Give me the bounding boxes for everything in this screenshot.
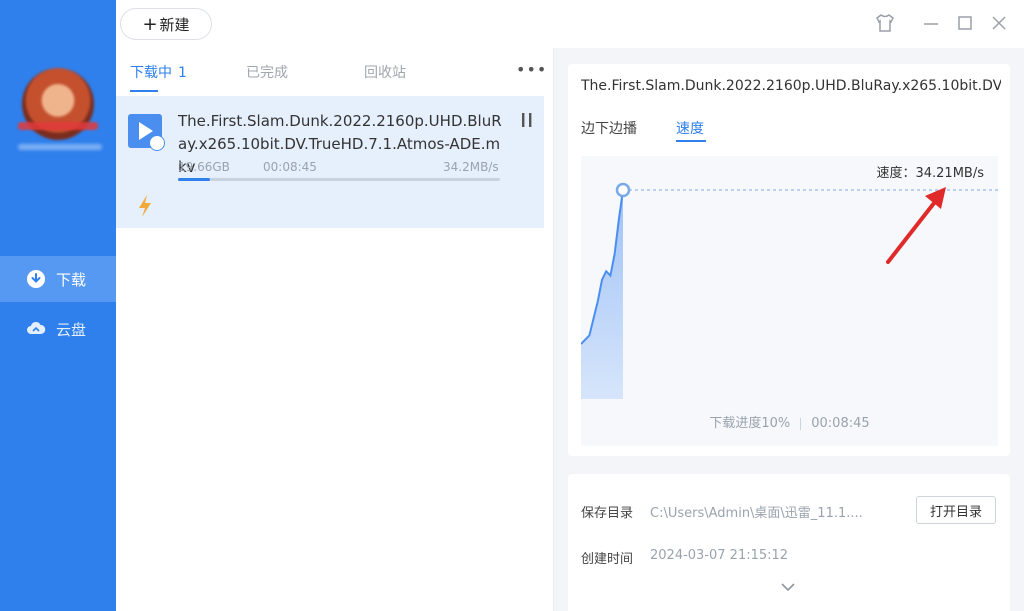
time-text: 00:08:45 xyxy=(811,416,870,431)
sidebar-item-download[interactable]: 下载 xyxy=(0,256,116,302)
task-detail-panel: The.First.Slam.Dunk.2022.2160p.UHD.BluRa… xyxy=(568,64,1010,456)
cloud-download-icon xyxy=(149,135,165,151)
tab-underline xyxy=(130,90,158,92)
video-file-icon xyxy=(128,114,165,151)
sidebar-item-label: 云盘 xyxy=(56,320,87,339)
speed-chart: 速度：34.21MB/s 下载进度10% 00:08:45 xyxy=(581,156,998,446)
task-size: 19.66GB xyxy=(178,160,230,174)
new-task-button[interactable]: + 新建 xyxy=(120,8,212,40)
new-task-label: 新建 xyxy=(159,15,190,34)
speed-area xyxy=(581,190,623,399)
download-circle-icon xyxy=(27,270,45,288)
created-time-value: 2024-03-07 21:15:12 xyxy=(650,548,789,563)
plus-icon: + xyxy=(142,13,158,35)
task-progress-fill xyxy=(178,178,211,181)
created-time-label: 创建时间 xyxy=(581,552,634,567)
task-time-left: 00:08:45 xyxy=(263,160,317,174)
current-speed-point xyxy=(615,182,631,198)
save-dir-value: C:\Users\Admin\桌面\迅雷_11.1.... xyxy=(650,506,863,521)
tab-completed[interactable]: 已完成 xyxy=(246,62,288,82)
progress-text: 下载进度10% xyxy=(709,416,791,431)
speed-chart-svg xyxy=(581,182,998,399)
task-info-panel: 保存目录 C:\Users\Admin\桌面\迅雷_11.1.... 打开目录 … xyxy=(568,474,1010,611)
sidebar-item-cloud[interactable]: 云盘 xyxy=(0,306,116,352)
task-progress-bar xyxy=(178,178,500,181)
tab-label: 已完成 xyxy=(246,65,288,81)
tab-speed[interactable]: 速度 xyxy=(676,118,704,138)
save-dir-label: 保存目录 xyxy=(581,506,634,521)
lightning-icon[interactable] xyxy=(136,194,154,218)
tab-recycle-bin[interactable]: 回收站 xyxy=(364,62,406,82)
more-options-icon[interactable]: ••• xyxy=(516,60,547,79)
task-speed: 34.2MB/s xyxy=(443,160,499,174)
task-list-pane: 下载中 1 已完成 回收站 ••• The.First.Slam.Dunk.202… xyxy=(116,48,554,611)
maximize-icon[interactable] xyxy=(954,12,976,34)
chevron-down-icon[interactable] xyxy=(780,582,796,592)
tab-underline xyxy=(676,140,706,142)
chart-footer: 下载进度10% 00:08:45 xyxy=(581,412,998,431)
current-speed-label: 速度：34.21MB/s xyxy=(876,166,984,181)
avatar-badge xyxy=(18,122,98,130)
tab-label: 下载中 xyxy=(130,65,172,81)
divider xyxy=(800,417,802,430)
tab-count: 1 xyxy=(178,65,187,81)
tab-label: 回收站 xyxy=(364,65,406,81)
cloud-icon xyxy=(27,321,46,334)
sidebar: 下载 云盘 xyxy=(0,0,116,611)
task-row[interactable]: The.First.Slam.Dunk.2022.2160p.UHD.BluRa… xyxy=(116,96,544,228)
tab-downloading[interactable]: 下载中 1 xyxy=(130,62,187,82)
minimize-icon[interactable] xyxy=(920,12,942,34)
skin-shirt-icon[interactable] xyxy=(874,12,896,34)
sidebar-item-label: 下载 xyxy=(56,270,87,289)
open-folder-button[interactable]: 打开目录 xyxy=(916,496,996,524)
tab-play-while-downloading[interactable]: 边下边播 xyxy=(581,118,637,138)
pause-icon[interactable] xyxy=(520,112,534,128)
close-icon[interactable] xyxy=(988,12,1010,34)
detail-title: The.First.Slam.Dunk.2022.2160p.UHD.BluRa… xyxy=(581,78,1001,94)
user-name xyxy=(18,144,102,150)
